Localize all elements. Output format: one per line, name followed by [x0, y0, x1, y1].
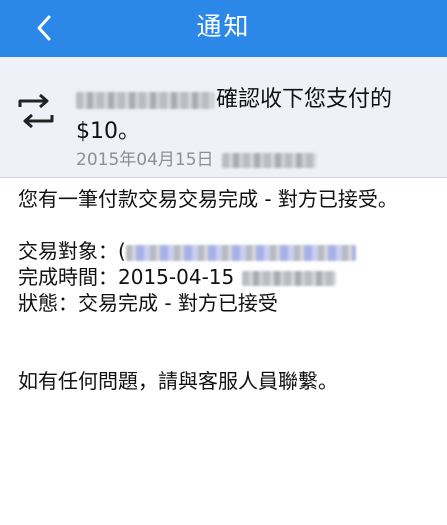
redacted-time — [221, 152, 316, 168]
completed-time-row: 完成時間：2015-04-15 — [18, 264, 430, 290]
redacted-completed-time — [242, 271, 337, 286]
body-message: 您有一筆付款交易交易完成 - 對方已接受。 — [18, 187, 398, 211]
summary-headline: 確認收下您支付的 — [76, 81, 392, 113]
status-label: 狀態： — [18, 291, 78, 315]
redacted-sender-name — [76, 91, 214, 109]
status-row: 狀態：交易完成 - 對方已接受 — [18, 290, 430, 316]
contact-support-text: 如有任何問題，請與客服人員聯繫。 — [18, 369, 338, 393]
notification-summary: 確認收下您支付的 $10。 2015年04月15日 — [0, 57, 447, 178]
status-value: 交易完成 - 對方已接受 — [78, 291, 278, 315]
counterparty-partial: ( — [118, 239, 126, 263]
counterparty-label: 交易對象： — [18, 239, 118, 263]
notification-body: 您有一筆付款交易交易完成 - 對方已接受。 交易對象：( 完成時間：2015-0… — [18, 186, 430, 394]
summary-amount: $10。 — [76, 119, 140, 144]
nav-bar: 通知 — [0, 0, 447, 57]
page-title: 通知 — [196, 12, 251, 41]
redacted-counterparty — [125, 244, 356, 261]
counterparty-row: 交易對象：( — [18, 238, 430, 264]
completed-time-label: 完成時間： — [18, 265, 118, 289]
transfer-icon — [18, 93, 54, 129]
summary-date: 2015年04月15日 — [76, 145, 316, 170]
completed-date: 2015-04-15 — [118, 265, 235, 289]
summary-date-text: 2015年04月15日 — [76, 150, 214, 170]
summary-headline-text: 確認收下您支付的 — [216, 87, 393, 112]
